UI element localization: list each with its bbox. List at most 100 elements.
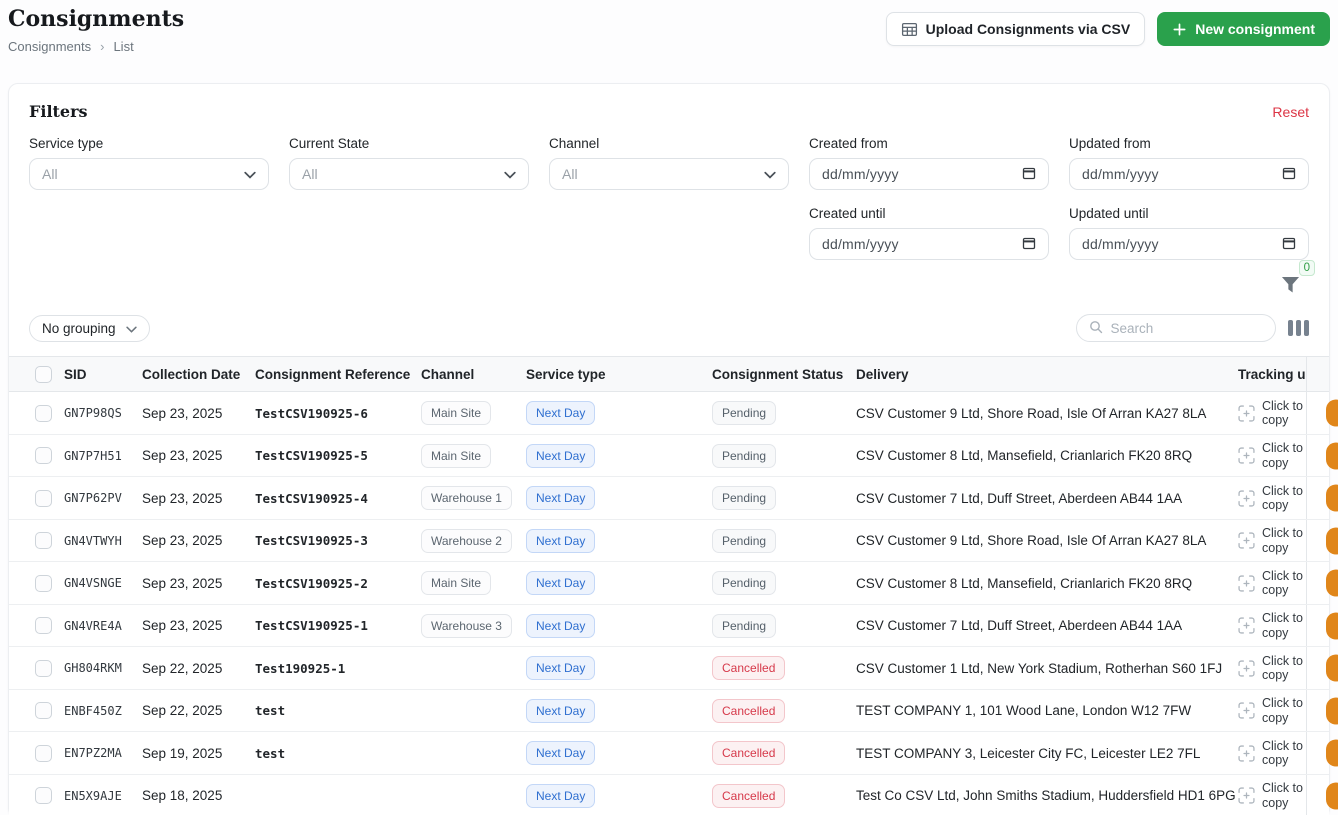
table-row[interactable]: EN5X9AJESep 18, 2025Next DayCancelledTes… xyxy=(9,775,1329,815)
service-type-badge: Next Day xyxy=(526,486,595,510)
copy-tracking-url-label: Click to copy xyxy=(1262,441,1306,470)
row-collection-date: Sep 23, 2025 xyxy=(142,618,255,633)
copy-icon xyxy=(1238,532,1255,549)
grouping-select[interactable]: No grouping xyxy=(29,315,150,342)
current-state-select[interactable]: All xyxy=(289,158,529,190)
select-all-checkbox[interactable] xyxy=(35,366,52,383)
col-header-service-type[interactable]: Service type xyxy=(526,367,712,382)
row-checkbox[interactable] xyxy=(35,660,52,677)
table-row[interactable]: GN4VSNGESep 23, 2025TestCSV190925-2Main … xyxy=(9,562,1329,605)
row-sid: GN4VSNGE xyxy=(64,576,142,590)
row-sid: GN7P7H51 xyxy=(64,449,142,463)
status-badge: Pending xyxy=(712,529,776,553)
row-checkbox[interactable] xyxy=(35,405,52,422)
row-action-pill[interactable] xyxy=(1326,655,1338,682)
row-sid: GH804RKM xyxy=(64,661,142,675)
col-header-sid[interactable]: SID xyxy=(64,367,142,382)
row-action-pill[interactable] xyxy=(1326,612,1338,639)
filters-title: Filters xyxy=(29,102,88,121)
row-checkbox[interactable] xyxy=(35,702,52,719)
copy-tracking-url-button[interactable]: Click to copy xyxy=(1238,520,1307,562)
copy-tracking-url-label: Click to copy xyxy=(1262,399,1306,428)
copy-tracking-url-button[interactable]: Click to copy xyxy=(1238,605,1307,647)
table-row[interactable]: GN7P7H51Sep 23, 2025TestCSV190925-5Main … xyxy=(9,435,1329,478)
row-action-pill[interactable] xyxy=(1326,782,1338,809)
row-checkbox[interactable] xyxy=(35,575,52,592)
table-row[interactable]: GN4VTWYHSep 23, 2025TestCSV190925-3Wareh… xyxy=(9,520,1329,563)
copy-icon xyxy=(1238,660,1255,677)
copy-tracking-url-button[interactable]: Click to copy xyxy=(1238,690,1307,732)
table-row[interactable]: GN4VRE4ASep 23, 2025TestCSV190925-1Wareh… xyxy=(9,605,1329,648)
copy-icon xyxy=(1238,745,1255,762)
row-consignment-reference: TestCSV190925-2 xyxy=(255,576,421,591)
copy-tracking-url-button[interactable]: Click to copy xyxy=(1238,732,1307,774)
channel-select[interactable]: All xyxy=(549,158,789,190)
channel-badge: Warehouse 3 xyxy=(421,614,512,638)
table-row[interactable]: GN7P98QSSep 23, 2025TestCSV190925-6Main … xyxy=(9,392,1329,435)
row-checkbox[interactable] xyxy=(35,617,52,634)
status-badge: Cancelled xyxy=(712,741,785,765)
row-action-pill[interactable] xyxy=(1326,400,1338,427)
status-badge: Pending xyxy=(712,571,776,595)
col-header-delivery[interactable]: Delivery xyxy=(856,367,1238,382)
search-box[interactable] xyxy=(1076,314,1276,342)
row-delivery: CSV Customer 9 Ltd, Shore Road, Isle Of … xyxy=(856,406,1238,421)
created-until-input[interactable]: dd/mm/yyyy xyxy=(809,228,1049,260)
current-state-label: Current State xyxy=(289,136,529,151)
copy-tracking-url-button[interactable]: Click to copy xyxy=(1238,647,1307,689)
service-type-select[interactable]: All xyxy=(29,158,269,190)
updated-until-label: Updated until xyxy=(1069,206,1309,221)
copy-tracking-url-button[interactable]: Click to copy xyxy=(1238,562,1307,604)
upload-csv-button[interactable]: Upload Consignments via CSV xyxy=(886,12,1146,46)
search-input[interactable] xyxy=(1111,321,1251,336)
col-header-collection-date[interactable]: Collection Date xyxy=(142,367,255,382)
row-checkbox[interactable] xyxy=(35,490,52,507)
col-header-consignment-reference[interactable]: Consignment Reference xyxy=(255,367,421,382)
row-sid: GN4VTWYH xyxy=(64,534,142,548)
row-sid: GN4VRE4A xyxy=(64,619,142,633)
row-action-pill[interactable] xyxy=(1326,442,1338,469)
copy-icon xyxy=(1238,575,1255,592)
row-checkbox[interactable] xyxy=(35,447,52,464)
filter-funnel-button[interactable]: 0 xyxy=(1279,266,1309,296)
row-action-pill[interactable] xyxy=(1326,570,1338,597)
copy-tracking-url-button[interactable]: Click to copy xyxy=(1238,392,1307,434)
table-row[interactable]: GH804RKMSep 22, 2025Test190925-1Next Day… xyxy=(9,647,1329,690)
table-row[interactable]: GN7P62PVSep 23, 2025TestCSV190925-4Wareh… xyxy=(9,477,1329,520)
row-checkbox[interactable] xyxy=(35,787,52,804)
row-action-pill[interactable] xyxy=(1326,697,1338,724)
updated-until-input[interactable]: dd/mm/yyyy xyxy=(1069,228,1309,260)
status-badge: Cancelled xyxy=(712,656,785,680)
row-collection-date: Sep 18, 2025 xyxy=(142,788,255,803)
copy-icon xyxy=(1238,702,1255,719)
row-checkbox[interactable] xyxy=(35,532,52,549)
copy-icon xyxy=(1238,490,1255,507)
table-row[interactable]: ENBF450ZSep 22, 2025testNext DayCancelle… xyxy=(9,690,1329,733)
col-header-channel[interactable]: Channel xyxy=(421,367,526,382)
grouping-value: No grouping xyxy=(42,321,116,336)
col-header-tracking-url[interactable]: Tracking url xyxy=(1238,357,1307,391)
table-toolbar: No grouping xyxy=(29,306,1309,356)
breadcrumb-consignments[interactable]: Consignments xyxy=(8,39,91,54)
table-row[interactable]: EN7PZ2MASep 19, 2025testNext DayCancelle… xyxy=(9,732,1329,775)
row-consignment-reference: TestCSV190925-4 xyxy=(255,491,421,506)
service-type-badge: Next Day xyxy=(526,529,595,553)
created-from-input[interactable]: dd/mm/yyyy xyxy=(809,158,1049,190)
column-settings-icon[interactable] xyxy=(1288,320,1310,336)
col-header-consignment-status[interactable]: Consignment Status xyxy=(712,367,856,382)
service-type-badge: Next Day xyxy=(526,401,595,425)
service-type-badge: Next Day xyxy=(526,741,595,765)
row-action-pill[interactable] xyxy=(1326,527,1338,554)
row-action-pill[interactable] xyxy=(1326,485,1338,512)
copy-tracking-url-button[interactable]: Click to copy xyxy=(1238,477,1307,519)
reset-filters-link[interactable]: Reset xyxy=(1272,104,1309,120)
row-action-pill[interactable] xyxy=(1326,740,1338,767)
created-from-label: Created from xyxy=(809,136,1049,151)
created-until-label: Created until xyxy=(809,206,1049,221)
row-checkbox[interactable] xyxy=(35,745,52,762)
new-consignment-button[interactable]: New consignment xyxy=(1157,12,1330,46)
updated-from-input[interactable]: dd/mm/yyyy xyxy=(1069,158,1309,190)
copy-tracking-url-button[interactable]: Click to copy xyxy=(1238,435,1307,477)
copy-tracking-url-button[interactable]: Click to copy xyxy=(1238,775,1307,815)
row-delivery: CSV Customer 1 Ltd, New York Stadium, Ro… xyxy=(856,661,1238,676)
